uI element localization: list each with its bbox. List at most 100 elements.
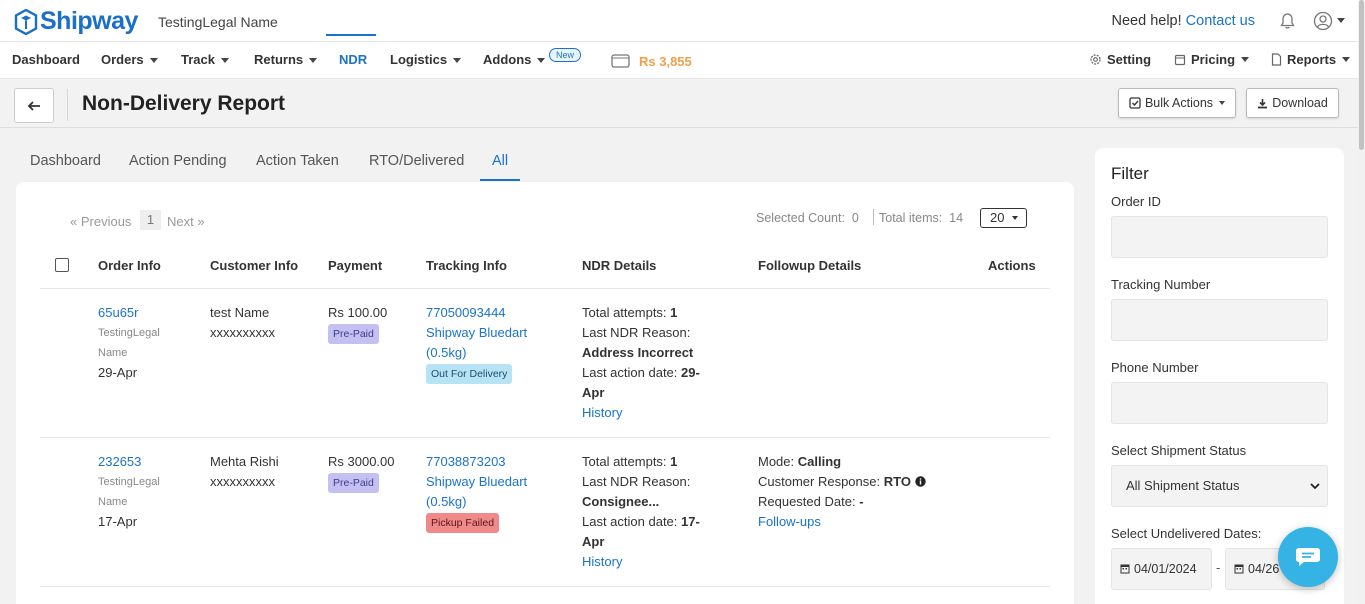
shipment-status-value: All Shipment Status [1126, 478, 1240, 493]
payment-amount: Rs 100.00 [328, 305, 388, 320]
info-icon[interactable] [914, 476, 926, 487]
pagination-current-page[interactable]: 1 [140, 210, 161, 230]
total-items-label: Total items: [879, 211, 943, 225]
nav-logistics[interactable]: Logistics [390, 52, 462, 67]
order-date: 17-Apr [98, 514, 138, 529]
col-ndr-details: NDR Details [582, 258, 657, 273]
customer-phone: xxxxxxxxxx [210, 474, 275, 489]
history-link[interactable]: History [582, 403, 700, 423]
followup-details-cell: Mode: Calling Customer Response: RTO Req… [758, 452, 926, 532]
nav-setting[interactable]: Setting [1089, 52, 1151, 67]
date-separator: - [1216, 560, 1221, 575]
chevron-down-icon [1012, 216, 1018, 220]
last-action-date-label: Last action date: [582, 514, 678, 529]
selected-count: Selected Count: 0 [756, 211, 859, 225]
per-page-select[interactable]: 20 [980, 208, 1027, 228]
tracking-info-cell: 77038873203 Shipway Bluedart (0.5kg) Pic… [426, 452, 527, 533]
tab-dashboard[interactable]: Dashboard [30, 153, 101, 169]
courier-name[interactable]: Shipway Bluedart [426, 472, 527, 492]
tracking-number-link[interactable]: 77038873203 [426, 452, 527, 472]
undelivered-dates-label: Select Undelivered Dates: [1111, 526, 1262, 541]
nav-returns[interactable]: Returns [254, 52, 318, 67]
payment-type-badge: Pre-Paid [328, 324, 379, 344]
user-icon[interactable] [1313, 11, 1333, 31]
chevron-down-icon [1241, 57, 1250, 62]
last-action-date-value: Apr [582, 385, 605, 400]
customer-phone: xxxxxxxxxx [210, 325, 275, 340]
phone-number-input[interactable] [1111, 382, 1328, 424]
order-info-cell: 65u65r TestingLegal Name 29-Apr [98, 303, 160, 383]
new-badge: New [549, 48, 582, 62]
user-menu-caret-icon[interactable] [1337, 18, 1345, 23]
customer-name: test Name [210, 305, 270, 320]
nav-reports[interactable]: Reports [1271, 52, 1351, 67]
back-arrow-icon [27, 100, 40, 111]
back-button[interactable] [14, 88, 54, 123]
nav-track[interactable]: Track [181, 52, 229, 67]
col-actions: Actions [988, 258, 1036, 273]
tab-action-taken[interactable]: Action Taken [256, 153, 339, 169]
page-title: Non-Delivery Report [82, 92, 286, 115]
wallet-icon[interactable] [611, 53, 630, 68]
select-all-checkbox[interactable] [55, 258, 69, 272]
payment-cell: Rs 100.00 Pre-Paid [328, 303, 387, 344]
tracking-number-input[interactable] [1111, 299, 1328, 341]
follow-ups-link[interactable]: Follow-ups [758, 512, 926, 532]
pagination-previous[interactable]: « Previous [70, 214, 131, 229]
customer-response-label: Customer Response: [758, 474, 881, 489]
history-link[interactable]: History [582, 552, 700, 572]
per-page-value: 20 [990, 210, 1005, 225]
bulk-actions-button[interactable]: Bulk Actions [1118, 88, 1236, 118]
order-id-link[interactable]: 65u65r [98, 303, 160, 323]
chevron-down-icon [1342, 57, 1351, 62]
nav-orders[interactable]: Orders [101, 52, 158, 67]
page-scrollbar-thumb[interactable] [1359, 0, 1364, 150]
nav-addons[interactable]: Addons [483, 52, 546, 67]
header-divider [67, 89, 68, 121]
total-items-value: 14 [949, 211, 964, 225]
wallet-balance[interactable]: Rs 3,855 [639, 54, 692, 69]
followup-mode: Mode: Calling [758, 452, 926, 472]
tracking-info-cell: 77050093444 Shipway Bluedart (0.5kg) Out… [426, 303, 527, 384]
total-attempts-value: 1 [670, 454, 678, 469]
logo[interactable]: Shipway [14, 7, 138, 36]
order-company-line: TestingLegal [98, 327, 160, 339]
nav-reports-label: Reports [1287, 52, 1337, 67]
date-from-input[interactable]: 04/01/2024 [1111, 548, 1212, 590]
contact-us-link[interactable]: Contact us [1186, 13, 1255, 29]
payment-type-badge: Pre-Paid [328, 473, 379, 493]
tab-all[interactable]: All [492, 153, 508, 169]
courier-weight[interactable]: (0.5kg) [426, 343, 527, 363]
followup-mode-value: Calling [797, 454, 842, 469]
customer-name: Mehta Rishi [210, 454, 279, 469]
order-id-input[interactable] [1111, 216, 1328, 258]
pagination-next[interactable]: Next » [167, 214, 205, 229]
chat-widget-button[interactable] [1278, 527, 1338, 587]
ndr-reason-value: Consignee... [582, 494, 660, 509]
shipment-status-select[interactable]: All Shipment Status [1111, 465, 1328, 507]
courier-weight[interactable]: (0.5kg) [426, 492, 527, 512]
tab-active-underline [480, 179, 520, 181]
chevron-down-icon [453, 58, 462, 64]
col-customer-info: Customer Info [210, 258, 299, 273]
courier-name[interactable]: Shipway Bluedart [426, 323, 527, 343]
nav-dashboard[interactable]: Dashboard [12, 52, 80, 67]
bulk-actions-label: Bulk Actions [1144, 96, 1214, 110]
bell-icon[interactable] [1279, 12, 1296, 30]
last-action-date: Last action date: 29- [582, 363, 700, 383]
date-to-value: 04/26 [1248, 562, 1280, 576]
ndr-reason-label: Last NDR Reason: [582, 325, 691, 340]
nav-pricing[interactable]: Pricing [1174, 52, 1250, 67]
tab-action-pending[interactable]: Action Pending [129, 153, 227, 169]
order-id-link[interactable]: 232653 [98, 452, 160, 472]
nav-ndr[interactable]: NDR [339, 52, 367, 67]
tracking-number-link[interactable]: 77050093444 [426, 303, 527, 323]
ndr-details-cell: Total attempts: 1 Last NDR Reason: Addre… [582, 303, 700, 423]
requested-date-label: Requested Date: [758, 494, 856, 509]
last-action-date-value: 29- [681, 365, 700, 380]
chat-icon [1296, 548, 1320, 566]
tab-rto-delivered[interactable]: RTO/Delivered [369, 153, 464, 169]
download-button[interactable]: Download [1246, 88, 1339, 118]
date-from-value: 04/01/2024 [1134, 562, 1197, 576]
phone-number-label: Phone Number [1111, 360, 1199, 375]
